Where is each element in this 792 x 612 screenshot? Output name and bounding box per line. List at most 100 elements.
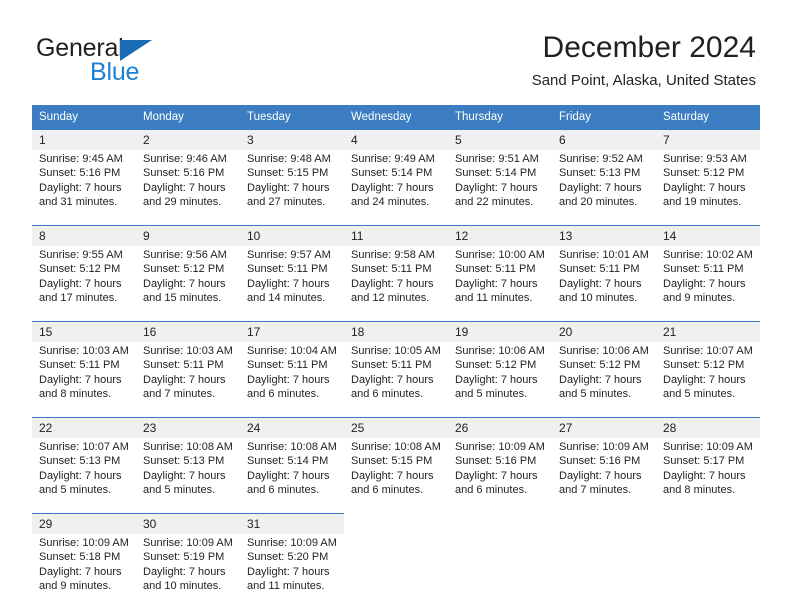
day-number-cell[interactable]: 26 [448,417,552,438]
day-daylight-text: and 7 minutes. [143,387,216,400]
day-number-cell[interactable]: 6 [552,129,656,150]
day-number-cell[interactable]: 15 [32,321,136,342]
day-number-cell[interactable]: 12 [448,225,552,246]
day-sunset-text: Sunset: 5:15 PM [247,167,329,180]
day-daylight-text: and 11 minutes. [247,579,325,592]
weekday-header-thursday: Thursday [448,105,552,129]
day-detail-cell: Sunrise: 10:08 AM Sunset: 5:14 PM Daylight… [240,438,344,504]
day-number-cell[interactable]: 18 [344,321,448,342]
day-daylight-text: and 7 minutes. [559,483,632,496]
day-daylight-text: and 9 minutes. [663,291,736,304]
day-number-cell[interactable]: 14 [656,225,760,246]
week-separator [32,504,760,514]
day-detail-cell: Sunrise: 10:05 AM Sunset: 5:11 PM Daylight… [344,342,448,408]
day-sunset-text: Sunset: 5:19 PM [143,551,225,564]
day-daylight-text: Daylight: 7 hours [455,469,538,482]
day-sunrise-text: Sunrise: 10:06 AM [559,345,649,357]
calendar-header-row: Sunday Monday Tuesday Wednesday Thursday… [32,105,760,129]
day-sunset-text: Sunset: 5:17 PM [663,455,745,468]
day-daylight-text: and 20 minutes. [559,195,638,208]
day-number-cell[interactable]: 13 [552,225,656,246]
day-number-cell[interactable]: 17 [240,321,344,342]
general-blue-logo[interactable]: General Blue [36,34,236,90]
day-number-cell[interactable]: 3 [240,129,344,150]
day-number-cell[interactable]: 27 [552,417,656,438]
sunrise-sunset-calendar: Sunday Monday Tuesday Wednesday Thursday… [32,105,760,600]
logo-text-blue: Blue [90,58,140,86]
day-daylight-text: Daylight: 7 hours [39,469,122,482]
day-daylight-text: Daylight: 7 hours [39,277,122,290]
day-number-cell[interactable]: 29 [32,513,136,534]
day-daylight-text: and 8 minutes. [663,483,736,496]
day-number-cell[interactable]: 28 [656,417,760,438]
day-sunrise-text: Sunrise: 10:02 AM [663,249,753,261]
day-number-cell[interactable]: 5 [448,129,552,150]
day-sunset-text: Sunset: 5:12 PM [455,359,537,372]
day-sunrise-text: Sunrise: 10:05 AM [351,345,441,357]
day-number-cell[interactable]: 22 [32,417,136,438]
week-separator-cell [32,408,760,418]
day-number-cell[interactable]: 8 [32,225,136,246]
day-sunset-text: Sunset: 5:11 PM [351,263,432,276]
day-number-cell[interactable]: 16 [136,321,240,342]
day-detail-cell: Sunrise: 10:09 AM Sunset: 5:17 PM Daylight… [656,438,760,504]
day-number-cell[interactable]: 24 [240,417,344,438]
day-sunset-text: Sunset: 5:12 PM [39,263,121,276]
day-daylight-text: and 6 minutes. [455,483,528,496]
day-sunset-text: Sunset: 5:11 PM [247,359,328,372]
day-daylight-text: Daylight: 7 hours [455,373,538,386]
day-detail-cell: Sunrise: 10:03 AM Sunset: 5:11 PM Daylight… [32,342,136,408]
day-daylight-text: and 6 minutes. [247,387,320,400]
day-number-cell[interactable]: 30 [136,513,240,534]
day-number-cell[interactable]: 4 [344,129,448,150]
day-number-cell[interactable]: 1 [32,129,136,150]
day-daylight-text: Daylight: 7 hours [143,469,226,482]
day-sunrise-text: Sunrise: 9:49 AM [351,153,435,165]
day-number-cell[interactable]: 21 [656,321,760,342]
day-sunset-text: Sunset: 5:14 PM [351,167,433,180]
day-detail-cell: Sunrise: 10:09 AM Sunset: 5:16 PM Daylight… [552,438,656,504]
day-number-empty [344,513,448,534]
day-daylight-text: and 15 minutes. [143,291,222,304]
day-detail-cell: Sunrise: 10:07 AM Sunset: 5:13 PM Daylight… [32,438,136,504]
day-daylight-text: and 8 minutes. [39,387,112,400]
day-sunrise-text: Sunrise: 9:53 AM [663,153,747,165]
day-sunrise-text: Sunrise: 9:56 AM [143,249,227,261]
day-number-cell[interactable]: 9 [136,225,240,246]
day-number-cell[interactable]: 31 [240,513,344,534]
day-daylight-text: and 5 minutes. [455,387,528,400]
day-number-cell[interactable]: 11 [344,225,448,246]
day-daylight-text: Daylight: 7 hours [559,181,642,194]
day-daylight-text: Daylight: 7 hours [559,469,642,482]
day-number-row: 1234567 [32,129,760,150]
day-sunrise-text: Sunrise: 9:55 AM [39,249,123,261]
day-sunset-text: Sunset: 5:12 PM [663,359,745,372]
day-sunrise-text: Sunrise: 10:07 AM [39,441,129,453]
week-separator-cell [32,312,760,322]
day-sunset-text: Sunset: 5:12 PM [663,167,745,180]
day-daylight-text: Daylight: 7 hours [143,181,226,194]
day-detail-cell: Sunrise: 9:45 AM Sunset: 5:16 PM Daylight:… [32,150,136,216]
day-detail-cell: Sunrise: 10:00 AM Sunset: 5:11 PM Daylight… [448,246,552,312]
day-daylight-text: Daylight: 7 hours [351,469,434,482]
day-sunrise-text: Sunrise: 9:58 AM [351,249,435,261]
day-number-row: 29 30 31 [32,513,760,534]
day-daylight-text: and 29 minutes. [143,195,222,208]
day-number-cell[interactable]: 19 [448,321,552,342]
day-sunrise-text: Sunrise: 10:09 AM [247,537,337,549]
day-detail-cell: Sunrise: 10:08 AM Sunset: 5:13 PM Daylight… [136,438,240,504]
day-number-cell[interactable]: 2 [136,129,240,150]
day-sunset-text: Sunset: 5:13 PM [39,455,121,468]
day-number-cell[interactable]: 23 [136,417,240,438]
day-daylight-text: Daylight: 7 hours [39,373,122,386]
day-sunrise-text: Sunrise: 9:51 AM [455,153,539,165]
day-detail-cell: Sunrise: 10:09 AM Sunset: 5:20 PM Daylight… [240,534,344,600]
day-number-cell[interactable]: 25 [344,417,448,438]
day-detail-cell: Sunrise: 10:01 AM Sunset: 5:11 PM Daylight… [552,246,656,312]
day-daylight-text: and 6 minutes. [351,387,424,400]
day-number-cell[interactable]: 20 [552,321,656,342]
day-number-cell[interactable]: 7 [656,129,760,150]
day-daylight-text: Daylight: 7 hours [455,181,538,194]
day-detail-row: Sunrise: 10:09 AM Sunset: 5:18 PM Daylight… [32,534,760,600]
day-number-cell[interactable]: 10 [240,225,344,246]
